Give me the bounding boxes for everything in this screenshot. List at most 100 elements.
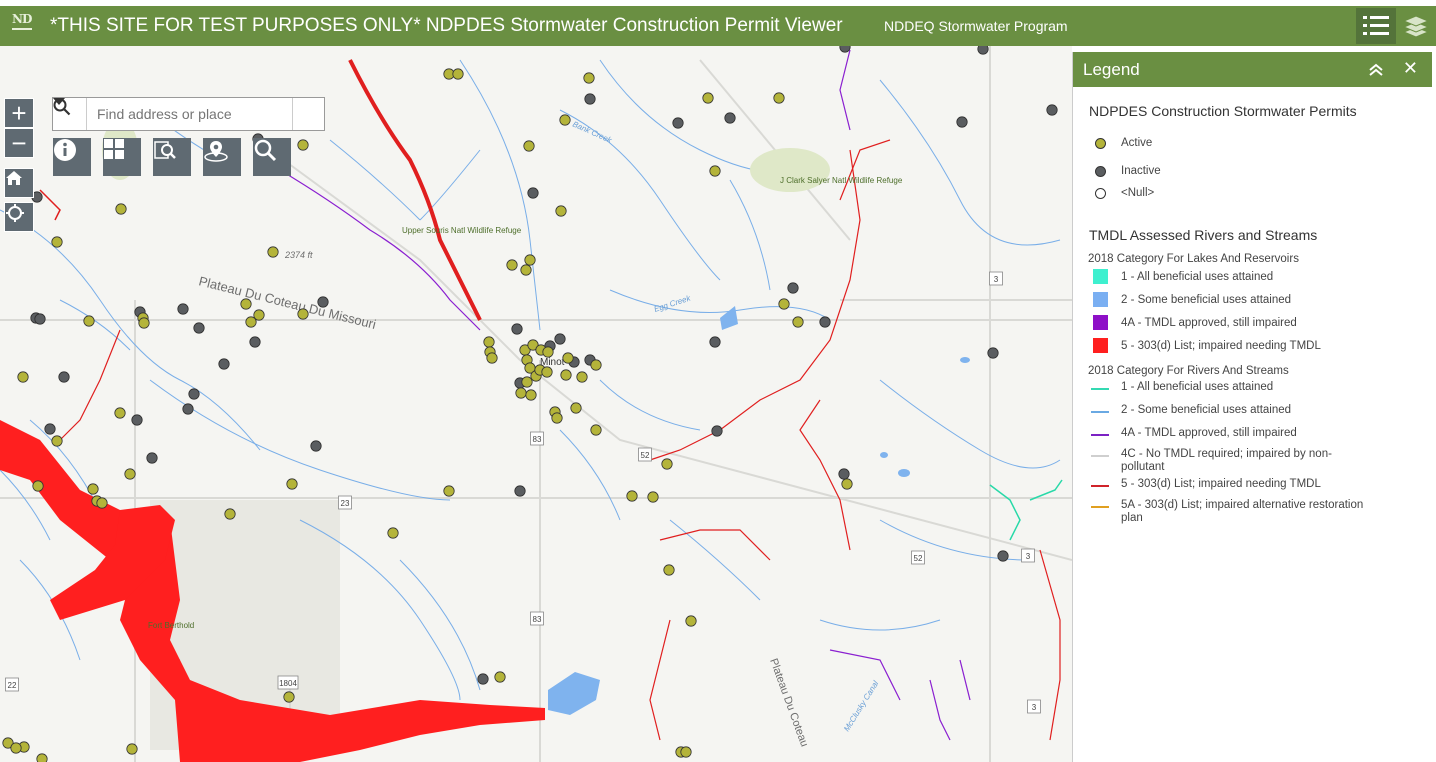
permit-point-active[interactable] [87,483,99,495]
permit-point-inactive[interactable] [819,316,831,328]
permit-point-active[interactable] [114,407,126,419]
map-view[interactable]: Plateau Du Coteau Du Missouri Plateau Du… [0,46,1072,762]
permit-point-active[interactable] [115,203,127,215]
permit-point-active[interactable] [709,165,721,177]
permit-point-active[interactable] [590,359,602,371]
permit-point-active[interactable] [523,140,535,152]
permit-point-inactive[interactable] [34,313,46,325]
permit-point-inactive[interactable] [477,673,489,685]
permit-point-active[interactable] [452,68,464,80]
permit-point-active[interactable] [17,371,29,383]
permit-point-inactive[interactable] [514,485,526,497]
permit-point-active[interactable] [51,236,63,248]
permit-point-active[interactable] [524,254,536,266]
permit-point-inactive[interactable] [317,296,329,308]
permit-point-active[interactable] [663,564,675,576]
permit-point-inactive[interactable] [182,403,194,415]
permit-point-active[interactable] [555,205,567,217]
permit-point-active[interactable] [224,508,236,520]
permit-point-active[interactable] [387,527,399,539]
permit-point-inactive[interactable] [131,414,143,426]
permit-point-active[interactable] [525,389,537,401]
permit-point-active[interactable] [521,376,533,388]
home-button[interactable] [4,168,34,198]
permit-point-active[interactable] [576,371,588,383]
permit-point-inactive[interactable] [188,388,200,400]
permit-point-active[interactable] [590,424,602,436]
permit-point-active[interactable] [506,259,518,271]
permit-point-active[interactable] [494,671,506,683]
permit-point-inactive[interactable] [527,187,539,199]
program-link[interactable]: NDDEQ Stormwater Program [884,18,1068,34]
permit-point-inactive[interactable] [711,425,723,437]
permit-point-inactive[interactable] [1046,104,1058,116]
permit-point-active[interactable] [240,298,252,310]
permit-point-active[interactable] [483,336,495,348]
search-tool-button[interactable] [253,138,291,176]
locate-button[interactable] [4,202,34,232]
permit-point-inactive[interactable] [709,336,721,348]
permit-point-inactive[interactable] [146,452,158,464]
permit-point-inactive[interactable] [724,112,736,124]
permit-point-inactive[interactable] [177,303,189,315]
permit-point-inactive[interactable] [249,336,261,348]
permit-point-active[interactable] [661,458,673,470]
basemap-gallery-button[interactable] [103,138,141,176]
permit-point-active[interactable] [515,387,527,399]
permit-point-inactive[interactable] [554,333,566,345]
about-button[interactable] [53,138,91,176]
permit-point-active[interactable] [32,480,44,492]
permit-point-inactive[interactable] [672,117,684,129]
permit-point-active[interactable] [551,412,563,424]
permit-point-active[interactable] [10,742,22,754]
permit-point-active[interactable] [126,743,138,755]
permit-point-active[interactable] [542,346,554,358]
permit-point-active[interactable] [778,298,790,310]
chevron-up-icon[interactable] [1366,60,1386,80]
permit-point-inactive[interactable] [511,323,523,335]
permit-point-active[interactable] [124,468,136,480]
permit-point-active[interactable] [559,114,571,126]
permit-point-active[interactable] [792,316,804,328]
permit-point-inactive[interactable] [987,347,999,359]
permit-point-inactive[interactable] [310,440,322,452]
permit-point-active[interactable] [245,316,257,328]
permit-point-inactive[interactable] [838,468,850,480]
permit-point-active[interactable] [570,402,582,414]
legend-list-icon[interactable] [1356,8,1396,44]
permit-point-active[interactable] [685,615,697,627]
search-input[interactable] [87,98,292,130]
geolocate-button[interactable] [203,138,241,176]
permit-point-inactive[interactable] [839,46,851,53]
permit-point-active[interactable] [267,246,279,258]
permit-point-active[interactable] [841,478,853,490]
query-button[interactable] [153,138,191,176]
permit-point-inactive[interactable] [977,46,989,55]
permit-point-active[interactable] [283,691,295,703]
permit-point-active[interactable] [138,317,150,329]
permit-point-active[interactable] [773,92,785,104]
permit-point-active[interactable] [96,497,108,509]
permit-point-inactive[interactable] [193,322,205,334]
permit-point-active[interactable] [541,366,553,378]
permit-point-active[interactable] [702,92,714,104]
permit-point-active[interactable] [443,485,455,497]
permit-point-inactive[interactable] [44,423,56,435]
permit-point-inactive[interactable] [956,116,968,128]
permit-point-inactive[interactable] [58,371,70,383]
permit-point-active[interactable] [560,369,572,381]
zoom-in-button[interactable]: + [4,98,34,128]
permit-point-inactive[interactable] [787,282,799,294]
permit-point-active[interactable] [36,753,48,762]
zoom-out-button[interactable]: − [4,128,34,158]
permit-point-active[interactable] [486,352,498,364]
permit-point-active[interactable] [297,139,309,151]
permit-point-inactive[interactable] [584,93,596,105]
permit-point-active[interactable] [626,490,638,502]
permit-point-active[interactable] [647,491,659,503]
close-icon[interactable]: ✕ [1403,58,1418,79]
permit-point-active[interactable] [520,264,532,276]
search-button[interactable] [53,98,324,130]
permit-point-inactive[interactable] [218,358,230,370]
permit-point-active[interactable] [286,478,298,490]
